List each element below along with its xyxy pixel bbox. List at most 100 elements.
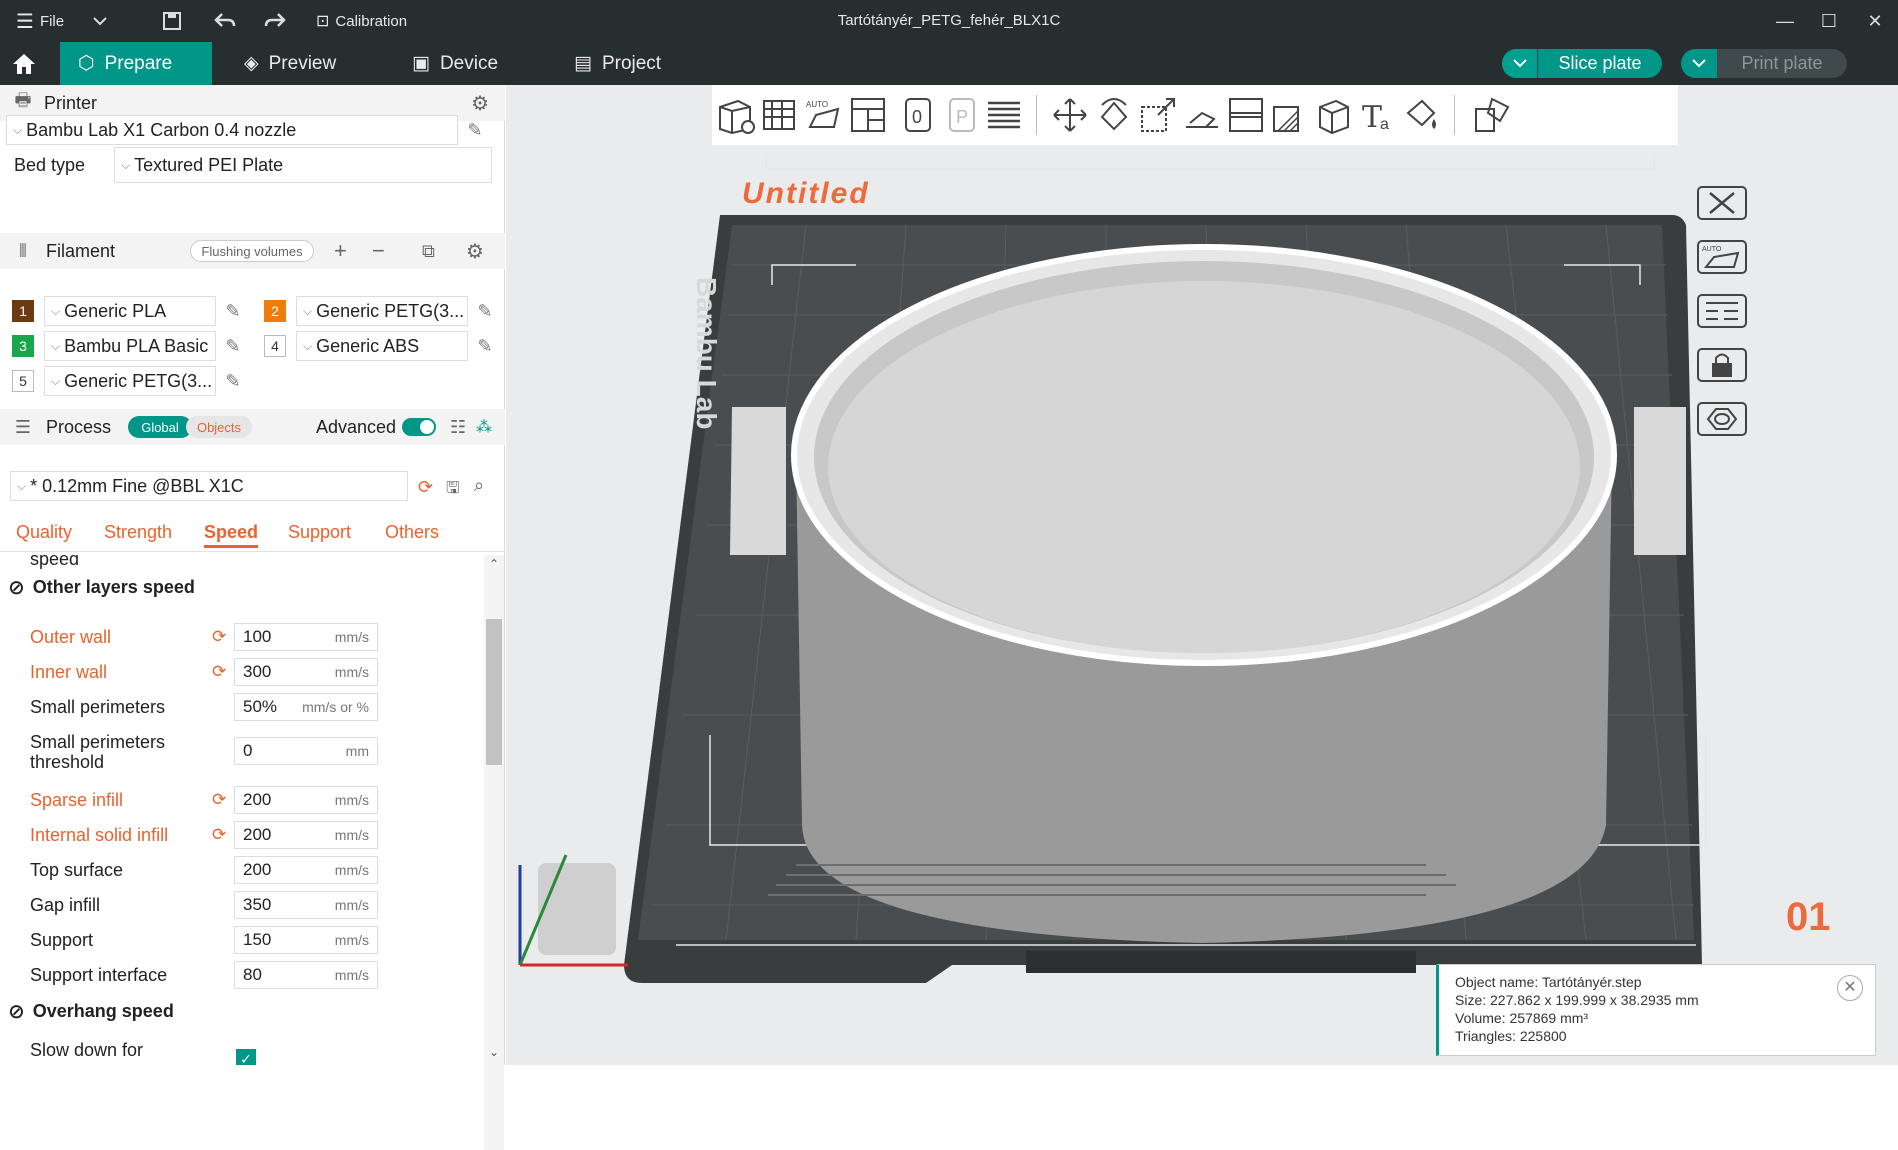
filament-select[interactable]: ⌵ Bambu PLA Basic <box>44 331 216 361</box>
save-icon[interactable] <box>162 0 182 42</box>
gear-icon[interactable]: ⚙ <box>471 91 489 116</box>
search-icon[interactable]: ⌕ <box>474 475 484 496</box>
sync-ams-icon[interactable]: ⧉ <box>422 241 435 262</box>
tab-preview[interactable]: ◈ Preview <box>226 42 376 85</box>
maximize-button[interactable]: ☐ <box>1806 0 1852 42</box>
tab-others[interactable]: Others <box>385 522 439 543</box>
internal-solid-infill-input[interactable]: 200 mm/s <box>234 821 378 849</box>
filament-select[interactable]: ⌵ Generic PETG(3... <box>296 296 468 326</box>
rotate-icon[interactable] <box>1092 93 1136 137</box>
edit-icon[interactable]: ✎ <box>464 119 486 141</box>
delete-all-icon[interactable] <box>1692 181 1752 225</box>
edit-icon[interactable]: ✎ <box>222 370 244 392</box>
reset-icon[interactable]: ⟳ <box>418 477 433 498</box>
tab-speed[interactable]: Speed <box>204 522 259 548</box>
edit-icon[interactable]: ✎ <box>222 300 244 322</box>
filament-select[interactable]: ⌵ Generic ABS <box>296 331 468 361</box>
print-dropdown-icon[interactable] <box>1681 49 1717 78</box>
split-objects-icon[interactable]: 0 <box>896 93 940 137</box>
cut-icon[interactable] <box>1224 93 1268 137</box>
gear-icon[interactable]: ⚙ <box>466 239 484 264</box>
arrange-icon[interactable] <box>846 93 890 137</box>
filament-slot-badge[interactable]: 1 <box>12 300 34 322</box>
settings-scrollbar[interactable]: ⌃ ⌄ <box>484 555 504 1150</box>
scroll-thumb[interactable] <box>486 619 502 765</box>
compare-icon[interactable]: ⁂ <box>476 417 492 437</box>
move-icon[interactable] <box>1048 93 1092 137</box>
reset-icon[interactable]: ⟳ <box>212 627 226 647</box>
color-painting-icon[interactable] <box>1400 93 1444 137</box>
support-input[interactable]: 150 mm/s <box>234 926 378 954</box>
calibration-menu[interactable]: ⊡ Calibration <box>316 0 407 42</box>
gap-infill-input[interactable]: 350 mm/s <box>234 891 378 919</box>
add-icon[interactable]: + <box>334 238 347 264</box>
filament-slot-badge[interactable]: 3 <box>12 335 34 357</box>
auto-orient-icon[interactable]: AUTO <box>802 93 846 137</box>
auto-orient-side-icon[interactable]: AUTO <box>1692 235 1752 279</box>
close-icon[interactable]: ✕ <box>1837 975 1863 1001</box>
scroll-up-icon[interactable]: ⌃ <box>489 557 499 571</box>
filament-select[interactable]: ⌵ Generic PLA <box>44 296 216 326</box>
view-cube[interactable] <box>538 863 616 955</box>
assembly-view-icon[interactable] <box>1470 93 1514 137</box>
save-preset-icon[interactable]: 🖫 <box>446 477 460 504</box>
process-preset-select[interactable]: ⌵ * 0.12mm Fine @BBL X1C <box>10 471 408 501</box>
list-icon[interactable]: ☷ <box>450 417 466 438</box>
reset-icon[interactable]: ⟳ <box>212 825 226 845</box>
minimize-button[interactable]: — <box>1762 0 1808 42</box>
outer-wall-input[interactable]: 100 mm/s <box>234 623 378 651</box>
lock-icon[interactable] <box>1692 343 1752 387</box>
small-perimeters-input[interactable]: 50% mm/s or % <box>234 693 378 721</box>
seam-painting-icon[interactable] <box>1312 93 1356 137</box>
top-surface-input[interactable]: 200 mm/s <box>234 856 378 884</box>
edit-icon[interactable]: ✎ <box>222 335 244 357</box>
scroll-down-icon[interactable]: ⌄ <box>489 1045 499 1059</box>
filament-select[interactable]: ⌵ Generic PETG(3... <box>44 366 216 396</box>
3d-viewport[interactable]: Untitled 01 Bambu Lab AUTO 0 P Ta AUTO <box>506 85 1898 1065</box>
slice-plate-button[interactable]: Slice plate <box>1502 49 1662 78</box>
edit-icon[interactable]: ✎ <box>474 300 496 322</box>
tab-device[interactable]: ▣ Device <box>394 42 544 85</box>
flushing-volumes-button[interactable]: Flushing volumes <box>190 240 314 262</box>
split-parts-icon[interactable]: P <box>940 93 984 137</box>
add-object-icon[interactable] <box>714 93 758 137</box>
tab-support[interactable]: Support <box>288 522 351 543</box>
text-shape-icon[interactable]: Ta <box>1356 93 1400 137</box>
inner-wall-input[interactable]: 300 mm/s <box>234 658 378 686</box>
sparse-infill-input[interactable]: 200 mm/s <box>234 786 378 814</box>
lay-on-face-icon[interactable] <box>1180 93 1224 137</box>
filament-slot-badge[interactable]: 5 <box>12 370 34 392</box>
print-plate-button[interactable]: Print plate <box>1681 49 1847 78</box>
objects-toggle[interactable]: Objects <box>186 416 252 438</box>
reset-icon[interactable]: ⟳ <box>212 790 226 810</box>
remove-icon[interactable]: − <box>372 238 385 264</box>
slice-dropdown-icon[interactable] <box>1502 49 1538 78</box>
chevron-down-icon[interactable] <box>92 0 108 42</box>
undo-icon[interactable] <box>214 0 236 42</box>
close-window-button[interactable]: ✕ <box>1852 0 1898 42</box>
small-perimeters-threshold-input[interactable]: 0 mm <box>234 737 378 765</box>
reset-icon[interactable]: ⟳ <box>212 662 226 682</box>
bed-type-select[interactable]: ⌵ Textured PEI Plate <box>114 147 492 183</box>
tab-quality[interactable]: Quality <box>16 522 72 543</box>
edit-icon[interactable]: ✎ <box>474 335 496 357</box>
plate-settings-icon[interactable] <box>1692 397 1752 441</box>
file-menu[interactable]: ☰ File <box>16 0 64 42</box>
global-toggle[interactable]: Global <box>128 416 192 438</box>
tab-project[interactable]: ▤ Project <box>556 42 706 85</box>
slow-down-checkbox[interactable]: ✓ <box>236 1049 256 1065</box>
arrange-side-icon[interactable] <box>1692 289 1752 333</box>
redo-icon[interactable] <box>264 0 286 42</box>
home-button[interactable] <box>0 42 48 85</box>
printer-select[interactable]: ⌵ Bambu Lab X1 Carbon 0.4 nozzle <box>6 115 458 145</box>
scale-icon[interactable] <box>1136 93 1180 137</box>
support-painting-icon[interactable] <box>1268 93 1312 137</box>
filament-slot-badge[interactable]: 4 <box>264 335 286 357</box>
filament-slot-badge[interactable]: 2 <box>264 300 286 322</box>
layers-editing-icon[interactable] <box>982 93 1026 137</box>
add-plate-icon[interactable] <box>758 93 802 137</box>
tab-prepare[interactable]: ⬡ Prepare <box>60 42 212 85</box>
advanced-switch[interactable] <box>402 418 436 436</box>
support-interface-input[interactable]: 80 mm/s <box>234 961 378 989</box>
tab-strength[interactable]: Strength <box>104 522 172 543</box>
